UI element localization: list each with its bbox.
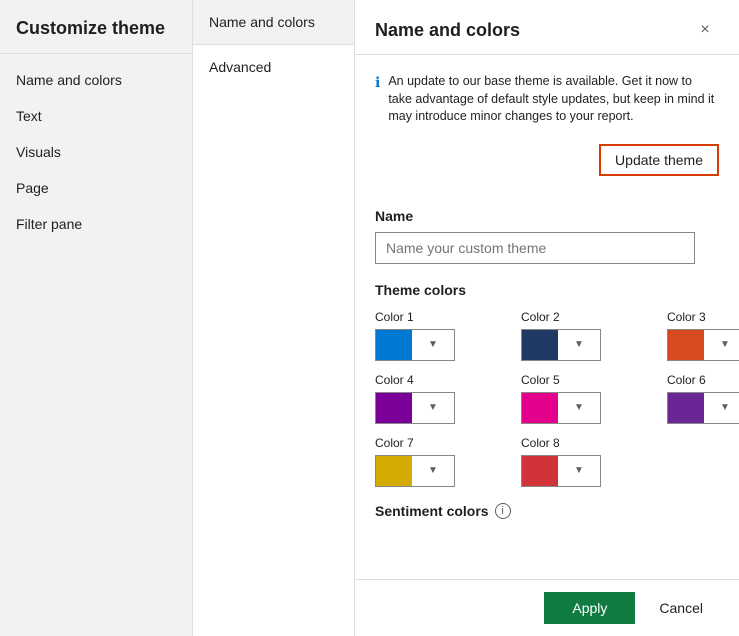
color-item-4: Color 4 ▼ (375, 373, 505, 424)
color-swatch-7 (376, 456, 412, 486)
sentiment-title: Sentiment colors (375, 503, 489, 519)
cancel-button[interactable]: Cancel (643, 592, 719, 624)
color-swatch-1 (376, 330, 412, 360)
color-dropdown-4[interactable]: ▼ (375, 392, 455, 424)
close-button[interactable]: × (691, 16, 719, 44)
chevron-down-icon-7: ▼ (412, 465, 454, 476)
sidebar-item-page[interactable]: Page (0, 170, 192, 206)
apply-button[interactable]: Apply (544, 592, 635, 624)
color-swatch-8 (522, 456, 558, 486)
info-banner: ℹ An update to our base theme is availab… (375, 71, 719, 128)
middle-item-advanced[interactable]: Advanced (193, 45, 354, 89)
chevron-down-icon-4: ▼ (412, 402, 454, 413)
panel-middle: Name and colors Advanced (193, 0, 355, 636)
chevron-down-icon-3: ▼ (704, 339, 739, 350)
color-label-5: Color 5 (521, 373, 651, 387)
sentiment-info-icon[interactable]: i (495, 503, 511, 519)
color-label-7: Color 7 (375, 436, 505, 450)
color-label-1: Color 1 (375, 310, 505, 324)
sidebar-item-filter-pane[interactable]: Filter pane (0, 206, 192, 242)
color-dropdown-6[interactable]: ▼ (667, 392, 739, 424)
info-icon: ℹ (375, 74, 380, 91)
color-label-3: Color 3 (667, 310, 739, 324)
chevron-down-icon-6: ▼ (704, 402, 739, 413)
color-item-7: Color 7 ▼ (375, 436, 505, 487)
color-swatch-3 (668, 330, 704, 360)
theme-name-input[interactable] (375, 232, 695, 264)
color-item-5: Color 5 ▼ (521, 373, 651, 424)
main-header: Name and colors × (355, 0, 739, 55)
color-dropdown-8[interactable]: ▼ (521, 455, 601, 487)
color-dropdown-2[interactable]: ▼ (521, 329, 601, 361)
color-item-3: Color 3 ▼ (667, 310, 739, 361)
main-content: Name and colors × ℹ An update to our bas… (355, 0, 739, 636)
color-dropdown-3[interactable]: ▼ (667, 329, 739, 361)
theme-colors-title: Theme colors (375, 282, 719, 298)
sidebar-nav: Name and colors Text Visuals Page Filter… (0, 54, 192, 250)
color-swatch-2 (522, 330, 558, 360)
colors-grid: Color 1 ▼ Color 2 ▼ Color 3 ▼ (375, 310, 719, 487)
main-title: Name and colors (375, 20, 520, 41)
color-swatch-6 (668, 393, 704, 423)
sidebar-item-name-colors[interactable]: Name and colors (0, 62, 192, 98)
color-dropdown-1[interactable]: ▼ (375, 329, 455, 361)
main-body: ℹ An update to our base theme is availab… (355, 55, 739, 579)
color-item-1: Color 1 ▼ (375, 310, 505, 361)
sidebar-item-visuals[interactable]: Visuals (0, 134, 192, 170)
name-label: Name (375, 208, 719, 224)
color-item-6: Color 6 ▼ (667, 373, 739, 424)
color-label-2: Color 2 (521, 310, 651, 324)
chevron-down-icon-2: ▼ (558, 339, 600, 350)
color-swatch-5 (522, 393, 558, 423)
color-label-6: Color 6 (667, 373, 739, 387)
color-dropdown-7[interactable]: ▼ (375, 455, 455, 487)
chevron-down-icon-8: ▼ (558, 465, 600, 476)
info-text: An update to our base theme is available… (388, 73, 719, 126)
middle-item-name-colors[interactable]: Name and colors (193, 0, 354, 45)
color-item-8: Color 8 ▼ (521, 436, 651, 487)
sentiment-section: Sentiment colors i (375, 503, 719, 519)
sidebar-item-text[interactable]: Text (0, 98, 192, 134)
chevron-down-icon-1: ▼ (412, 339, 454, 350)
update-theme-wrapper: Update theme (375, 144, 719, 192)
sidebar-left: Customize theme Name and colors Text Vis… (0, 0, 193, 636)
footer-buttons: Apply Cancel (355, 579, 739, 636)
color-dropdown-5[interactable]: ▼ (521, 392, 601, 424)
update-theme-button[interactable]: Update theme (599, 144, 719, 176)
sidebar-title: Customize theme (0, 0, 192, 54)
color-label-4: Color 4 (375, 373, 505, 387)
color-item-2: Color 2 ▼ (521, 310, 651, 361)
chevron-down-icon-5: ▼ (558, 402, 600, 413)
color-label-8: Color 8 (521, 436, 651, 450)
color-swatch-4 (376, 393, 412, 423)
